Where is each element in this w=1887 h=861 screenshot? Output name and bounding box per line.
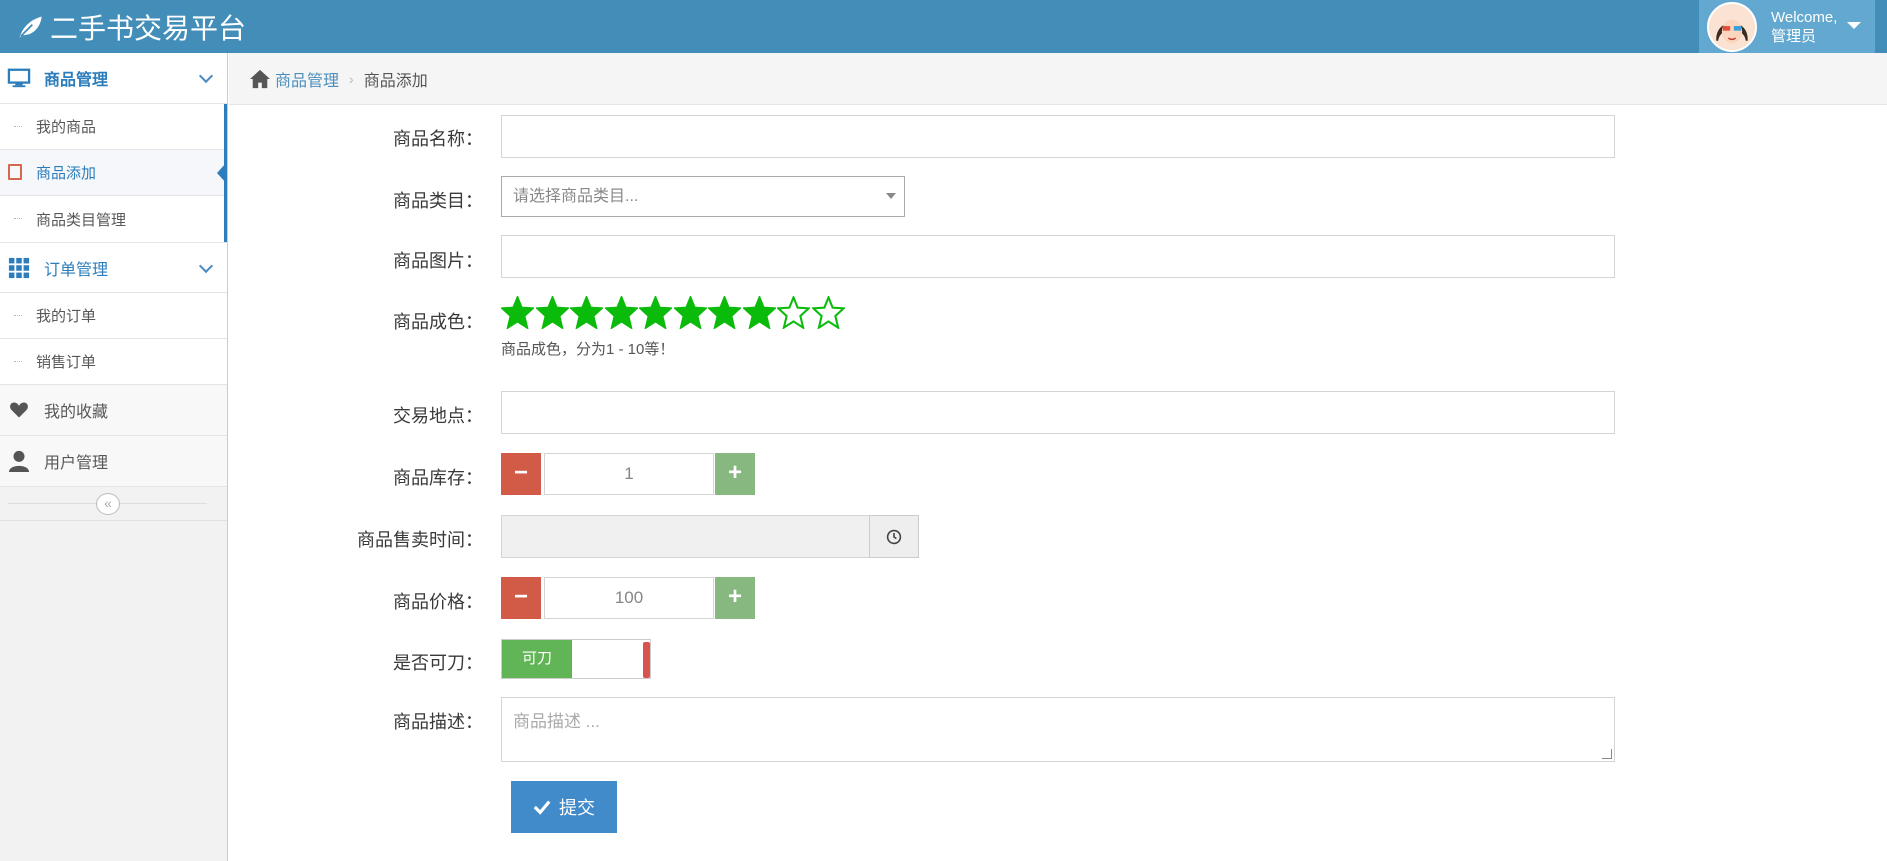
stock-plus-button[interactable]: + <box>715 453 755 495</box>
price-plus-button[interactable]: + <box>715 577 755 619</box>
condition-rating[interactable] <box>501 296 846 329</box>
sidebar-item-users[interactable]: 用户管理 <box>0 436 227 487</box>
goods-name-input[interactable] <box>501 115 1615 158</box>
breadcrumb: 商品管理 › 商品添加 <box>229 53 1887 105</box>
description-label: 商品描述： <box>393 712 483 732</box>
star-filled-icon[interactable] <box>570 296 603 329</box>
user-name: 管理员 <box>1771 27 1817 45</box>
welcome-text: Welcome, <box>1771 8 1838 26</box>
bargain-toggle[interactable]: 可刀 <box>501 639 651 679</box>
category-select[interactable]: 请选择商品类目... <box>501 176 905 217</box>
location-label: 交易地点： <box>393 406 483 426</box>
sidebar-collapse-bar: « <box>0 487 227 521</box>
toggle-on-label: 可刀 <box>502 640 572 678</box>
breadcrumb-current: 商品添加 <box>363 72 428 90</box>
check-icon <box>533 800 551 815</box>
sidebar-item-my-orders[interactable]: 我的订单 <box>0 293 227 339</box>
clock-icon[interactable] <box>869 515 919 558</box>
price-minus-button[interactable]: − <box>501 577 541 619</box>
name-label: 商品名称： <box>393 129 483 149</box>
tree-line <box>14 315 22 316</box>
sidebar-item-label: 我的商品 <box>36 119 97 136</box>
tree-line <box>14 126 22 127</box>
leaf-icon <box>19 16 42 37</box>
collapse-icon[interactable]: « <box>96 493 120 515</box>
breadcrumb-separator: › <box>349 70 354 87</box>
sidebar-group-label: 商品管理 <box>44 72 109 89</box>
star-empty-icon[interactable] <box>811 296 845 329</box>
tree-line <box>14 361 22 362</box>
location-input[interactable] <box>501 391 1615 434</box>
toggle-knob[interactable] <box>643 642 650 678</box>
description-textarea[interactable]: 商品描述 ... <box>501 697 1615 762</box>
brand[interactable]: 二手书交易平台 <box>16 0 246 53</box>
sidebar-submenu-goods: 我的商品 商品添加 商品类目管理 <box>0 104 227 242</box>
sidebar-item-label: 我的订单 <box>36 308 97 325</box>
submit-label: 提交 <box>559 798 595 818</box>
stock-minus-button[interactable]: − <box>501 453 541 495</box>
sidebar-item-label: 我的收藏 <box>44 404 109 421</box>
caret-down-icon <box>886 193 896 199</box>
sidebar-item-label: 用户管理 <box>44 455 109 472</box>
user-menu[interactable]: Welcome, 管理员 <box>1699 0 1875 53</box>
home-icon <box>250 69 270 88</box>
desktop-icon <box>6 65 32 91</box>
category-label: 商品类目： <box>393 191 483 211</box>
chevron-down-icon <box>198 68 214 84</box>
price-input[interactable]: 100 <box>544 577 714 619</box>
stock-input[interactable]: 1 <box>544 453 714 495</box>
sidebar-item-add-goods[interactable]: 商品添加 <box>0 150 227 196</box>
sidebar-item-category-manage[interactable]: 商品类目管理 <box>0 196 224 242</box>
sidebar: 商品管理 我的商品 商品添加 商品类目管理 订单管理 我的订单 销售订单 我的收… <box>0 53 228 861</box>
star-filled-icon[interactable] <box>604 296 638 329</box>
sale-time-input[interactable] <box>501 515 870 558</box>
description-placeholder: 商品描述 ... <box>513 712 600 731</box>
user-info: Welcome, 管理员 <box>1771 8 1837 46</box>
avatar <box>1707 1 1757 52</box>
sidebar-group-goods[interactable]: 商品管理 <box>0 53 227 104</box>
star-filled-icon[interactable] <box>708 296 741 329</box>
resize-grip[interactable] <box>1602 749 1612 759</box>
goods-image-input[interactable] <box>501 235 1615 278</box>
condition-help: 商品成色，分为1 - 10等！ <box>501 341 675 358</box>
sidebar-item-my-goods[interactable]: 我的商品 <box>0 104 224 150</box>
sidebar-item-favorites[interactable]: 我的收藏 <box>0 385 227 436</box>
star-empty-icon[interactable] <box>777 296 810 329</box>
condition-label: 商品成色： <box>393 312 483 332</box>
sale-time-label: 商品售卖时间： <box>357 530 483 550</box>
sidebar-item-sales-orders[interactable]: 销售订单 <box>0 339 227 385</box>
sidebar-group-label: 订单管理 <box>44 261 109 279</box>
caret-down-icon <box>1847 22 1861 29</box>
star-filled-icon[interactable] <box>639 296 672 329</box>
book-icon <box>8 164 22 180</box>
star-filled-icon[interactable] <box>673 296 707 329</box>
grid-icon <box>6 255 32 281</box>
bargain-label: 是否可刀： <box>393 653 483 673</box>
sidebar-item-label: 销售订单 <box>36 354 97 371</box>
price-label: 商品价格： <box>393 592 483 612</box>
top-navbar: 二手书交易平台 Welcome, 管理员 <box>0 0 1887 53</box>
category-placeholder: 请选择商品类目... <box>513 188 639 205</box>
sidebar-item-label: 商品添加 <box>36 165 97 182</box>
user-icon <box>6 448 32 474</box>
star-filled-icon[interactable] <box>742 296 776 329</box>
star-filled-icon[interactable] <box>501 296 534 329</box>
chevron-down-icon <box>198 258 214 274</box>
sidebar-group-orders[interactable]: 订单管理 <box>0 242 227 293</box>
app-title: 二手书交易平台 <box>50 12 247 44</box>
heart-icon <box>6 397 32 423</box>
tree-line <box>14 218 22 219</box>
star-filled-icon[interactable] <box>535 296 569 329</box>
sidebar-item-label: 商品类目管理 <box>36 211 127 229</box>
image-label: 商品图片： <box>393 251 483 271</box>
breadcrumb-link[interactable]: 商品管理 <box>275 67 339 91</box>
sidebar-submenu-orders: 我的订单 销售订单 <box>0 293 227 385</box>
stock-label: 商品库存： <box>393 468 483 488</box>
submit-button[interactable]: 提交 <box>511 781 617 833</box>
